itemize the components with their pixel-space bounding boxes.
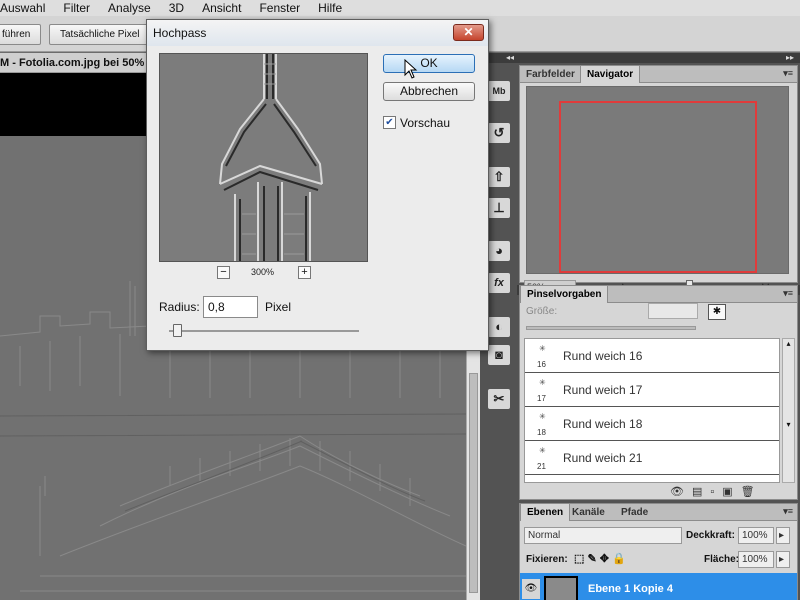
- brush-toggle-icon[interactable]: ✱: [708, 304, 726, 320]
- radius-label: Radius:: [159, 300, 200, 314]
- actions-icon[interactable]: ⇧: [488, 167, 510, 187]
- list-item[interactable]: ✳ 21 Rund weich 21: [525, 441, 779, 475]
- right-panels: ▸▸ Farbfelder Navigator ▾≡ 50% ▵ ▵▵ ▸▸ P…: [517, 53, 800, 600]
- menu-bar: Auswahl Filter Analyse 3D Ansicht Fenste…: [0, 0, 800, 16]
- tab-pinselvorgaben[interactable]: Pinselvorgaben: [520, 286, 609, 303]
- navigator-view-box[interactable]: [559, 101, 757, 273]
- tab-pfade[interactable]: Pfade: [615, 504, 654, 521]
- list-item[interactable]: ✳ 17 Rund weich 17: [525, 373, 779, 407]
- menu-analyse[interactable]: Analyse: [99, 1, 160, 15]
- preview-checkbox-label[interactable]: Vorschau: [400, 116, 450, 130]
- radius-slider-thumb[interactable]: [172, 324, 182, 337]
- mini-bridge-icon[interactable]: Mb: [488, 81, 510, 101]
- cancel-button[interactable]: Abbrechen: [383, 82, 475, 101]
- navigator-panel: Farbfelder Navigator ▾≡ 50% ▵ ▵▵: [519, 65, 798, 294]
- menu-auswahl[interactable]: Auswahl: [0, 1, 54, 15]
- list-item[interactable]: ✳ 16 Rund weich 16: [525, 339, 779, 373]
- brush-panel-footer-icons[interactable]: 👁▤▫▣🗑: [670, 485, 763, 498]
- mouse-pointer-icon: [404, 59, 418, 79]
- brush-size-label: Größe:: [526, 306, 558, 317]
- lock-label: Fixieren:: [526, 554, 568, 565]
- styles-fx-icon[interactable]: fx: [488, 273, 510, 293]
- tool-presets-icon[interactable]: ⊥: [488, 198, 510, 218]
- swatches-palette-icon[interactable]: ◕: [488, 241, 510, 261]
- brush-size-number: 17: [537, 394, 546, 403]
- brush-tip-icon: ✳: [539, 344, 546, 353]
- close-button[interactable]: ✕: [453, 24, 484, 41]
- layer-row-selected[interactable]: 👁 Ebene 1 Kopie 4: [520, 573, 797, 600]
- brush-tip-icon: ✳: [539, 412, 546, 421]
- fit-screen-button[interactable]: führen: [0, 24, 42, 45]
- actual-pixels-button[interactable]: Tatsächliche Pixel: [49, 24, 151, 45]
- brush-size-number: 21: [537, 462, 546, 471]
- brush-name: Rund weich 16: [563, 349, 643, 363]
- zoom-out-button[interactable]: −: [217, 266, 230, 279]
- dialog-title: Hochpass: [147, 20, 488, 46]
- layers-panel: Ebenen Kanäle Pfade ▾≡ Normal Deckkraft:…: [519, 503, 798, 600]
- menu-3d[interactable]: 3D: [160, 1, 193, 15]
- brush-size-slider[interactable]: [526, 326, 696, 330]
- menu-filter[interactable]: Filter: [54, 1, 99, 15]
- fill-arrow-icon[interactable]: ▸: [776, 551, 790, 568]
- adjustments-icon[interactable]: ◐: [488, 317, 510, 337]
- masks-icon[interactable]: ◙: [488, 345, 510, 365]
- preview-checkbox[interactable]: ✔: [383, 116, 396, 129]
- brush-size-field[interactable]: [648, 303, 698, 319]
- zoom-in-button[interactable]: +: [298, 266, 311, 279]
- brush-tip-icon: ✳: [539, 446, 546, 455]
- radius-input[interactable]: 0,8: [203, 296, 258, 318]
- blend-mode-select[interactable]: Normal: [524, 527, 682, 544]
- radius-unit-label: Pixel: [265, 300, 292, 314]
- tab-kanaele[interactable]: Kanäle: [566, 504, 611, 521]
- panel-menu-icon[interactable]: ▾≡: [783, 68, 793, 79]
- menu-ansicht[interactable]: Ansicht: [193, 1, 250, 15]
- navigator-tabs: Farbfelder Navigator ▾≡: [520, 66, 797, 83]
- opacity-arrow-icon[interactable]: ▸: [776, 527, 790, 544]
- preview-image: [160, 54, 367, 261]
- fill-label: Fläche:: [704, 554, 740, 565]
- opacity-label: Deckkraft:: [686, 530, 735, 541]
- panel-group-collapse-icon[interactable]: ▸▸: [517, 53, 800, 63]
- brush-name: Rund weich 21: [563, 451, 643, 465]
- tab-ebenen[interactable]: Ebenen: [520, 504, 571, 521]
- visibility-eye-icon[interactable]: 👁: [522, 579, 540, 599]
- list-item[interactable]: ✳ 18 Rund weich 18: [525, 407, 779, 441]
- tab-navigator[interactable]: Navigator: [580, 66, 641, 83]
- panel-menu-icon[interactable]: ▾≡: [783, 506, 793, 517]
- layer-name[interactable]: Ebene 1 Kopie 4: [588, 583, 673, 595]
- menu-hilfe[interactable]: Hilfe: [309, 1, 351, 15]
- brush-list: ✳ 16 Rund weich 16 ✳ 17 Rund weich 17 ✳ …: [524, 338, 780, 483]
- clone-source-icon[interactable]: ✂: [488, 389, 510, 409]
- brush-size-number: 18: [537, 428, 546, 437]
- navigator-thumbnail[interactable]: [526, 86, 789, 274]
- brush-presets-tabs: Pinselvorgaben ▾≡: [520, 286, 797, 303]
- ok-button[interactable]: OK: [383, 54, 475, 73]
- brush-size-number: 16: [537, 360, 546, 369]
- scrollbar-thumb[interactable]: [469, 373, 478, 593]
- panel-menu-icon[interactable]: ▾≡: [783, 288, 793, 299]
- brush-list-scrollbar[interactable]: ▴ ▾: [782, 338, 795, 483]
- document-tab[interactable]: M - Fotolia.com.jpg bei 50%: [0, 53, 148, 73]
- lock-icons[interactable]: ⬚ ✎ ✥ 🔒: [574, 552, 626, 565]
- radius-slider-track[interactable]: [169, 330, 359, 332]
- tab-farbfelder[interactable]: Farbfelder: [520, 66, 581, 83]
- opacity-field[interactable]: 100%: [738, 527, 774, 544]
- brush-presets-panel: Pinselvorgaben ▾≡ Größe: ✱ ✳ 16 Rund wei…: [519, 285, 798, 500]
- fill-field[interactable]: 100%: [738, 551, 774, 568]
- brush-tip-icon: ✳: [539, 378, 546, 387]
- brush-name: Rund weich 18: [563, 417, 643, 431]
- brush-name: Rund weich 17: [563, 383, 643, 397]
- filter-preview[interactable]: [159, 53, 368, 262]
- menu-fenster[interactable]: Fenster: [250, 1, 309, 15]
- history-icon[interactable]: ↺: [488, 123, 510, 143]
- layer-thumbnail[interactable]: [544, 576, 578, 600]
- high-pass-dialog: Hochpass ✕ − 300% + OK Abbrechen ✔ Vorsc…: [146, 19, 489, 351]
- layers-tabs: Ebenen Kanäle Pfade ▾≡: [520, 504, 797, 521]
- preview-zoom-percent: 300%: [251, 267, 275, 277]
